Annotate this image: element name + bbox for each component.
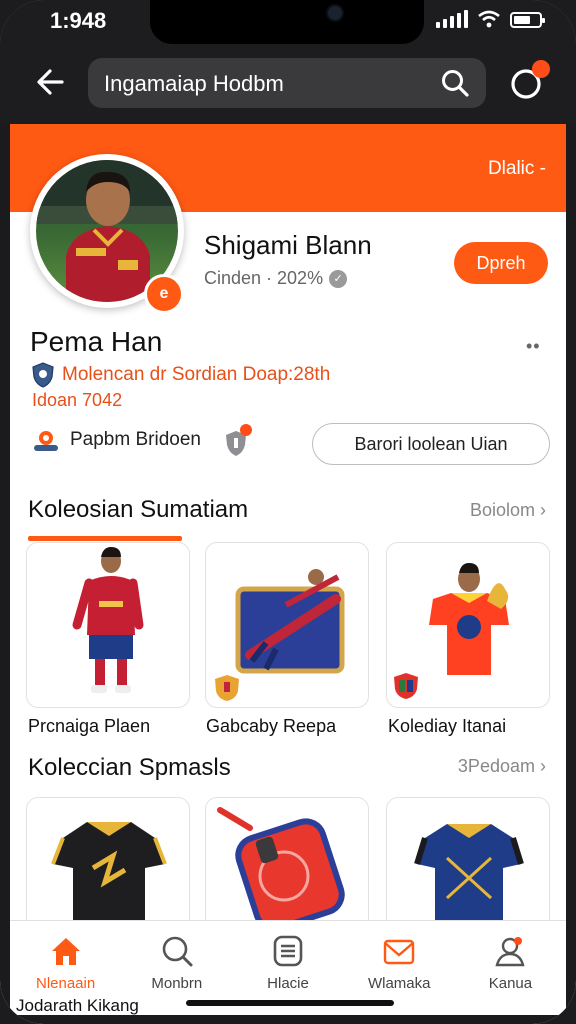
nav-mail-label: Wlamaka	[367, 975, 431, 992]
nav-list-label: Hlacie	[267, 975, 309, 992]
follow-button[interactable]: Dpreh	[454, 242, 548, 284]
collection-card-1[interactable]	[26, 542, 190, 708]
search-bar	[88, 58, 486, 110]
section1-more-link[interactable]: Boiolom ›	[470, 500, 546, 521]
club-text: Molencan dr Sordian Doap:28th	[62, 364, 331, 385]
top-bar: 1:948	[0, 0, 576, 124]
profile-subtitle: Cinden · 202% ✓	[204, 268, 348, 289]
badge-dot	[240, 424, 252, 436]
section2-title: Koleccian Spmasls	[28, 754, 231, 781]
collection-card-3[interactable]	[386, 542, 550, 708]
collection-card-6[interactable]	[386, 797, 550, 937]
card-3-label: Kolediay Itanai	[388, 716, 507, 736]
trophy-badge-icon	[215, 675, 239, 701]
search-input[interactable]	[102, 58, 436, 110]
shield-badge[interactable]	[222, 424, 252, 458]
nav-home-label: Nlenaain	[35, 975, 96, 992]
status-icons	[436, 10, 545, 28]
profile-name: Shigami Blann	[204, 230, 372, 260]
section1-title: Koleosian Sumatiam	[28, 496, 249, 523]
collection-card-5[interactable]	[205, 797, 369, 937]
friends-row[interactable]: Papbm Bridoen	[32, 428, 201, 452]
banner-dropdown[interactable]: Dlalic -	[488, 158, 546, 180]
camera-icon	[328, 6, 342, 20]
nav-profile-label: Kanua	[488, 975, 533, 992]
section1-underline	[28, 536, 182, 541]
nav-profile[interactable]: Kanua	[455, 921, 566, 1015]
chevron-right-icon: ›	[540, 756, 546, 776]
club-subtext: Idoan 7042	[32, 390, 123, 410]
collection-card-2[interactable]	[205, 542, 369, 708]
notification-button[interactable]	[506, 60, 550, 104]
card-1-label: Prcnaiga Plaen	[28, 716, 151, 736]
more-options-icon[interactable]: ••	[526, 336, 541, 357]
list-icon	[273, 935, 303, 967]
friends-label: Papbm Bridoen	[70, 429, 201, 450]
home-indicator[interactable]	[186, 1000, 394, 1006]
profile-icon	[495, 937, 525, 967]
nav-search-label: Monbrn	[151, 975, 203, 992]
wifi-icon	[478, 10, 500, 28]
search-icon[interactable]	[440, 68, 470, 98]
team-badge-icon	[394, 673, 418, 699]
verified-icon: ✓	[329, 269, 348, 288]
footer-text: Jodarath Kikang	[16, 996, 139, 1015]
section2-more-link[interactable]: 3Pedoam ›	[458, 756, 546, 777]
status-time: 1:948	[50, 8, 107, 33]
friends-icon	[34, 431, 58, 451]
home-icon	[51, 938, 80, 965]
avatar-edit-badge[interactable]: е	[144, 274, 184, 314]
blue-jersey-icon	[414, 824, 524, 920]
card-2-label: Gabcaby Reepa	[206, 716, 337, 736]
football-player-figure-icon	[72, 547, 144, 693]
search-icon	[162, 936, 193, 967]
profile-sub-text: Cinden · 202%	[204, 268, 324, 288]
section2-more-label: 3Pedoam	[457, 756, 535, 776]
display-name: Pema Han	[30, 326, 163, 357]
section1-more-label: Boiolom	[469, 500, 535, 520]
camera-notch	[150, 0, 424, 44]
club-info: Molencan dr Sordian Doap:28th	[32, 362, 330, 388]
mail-icon	[384, 939, 415, 965]
black-jersey-icon	[51, 822, 167, 920]
phone-case-icon	[217, 807, 345, 932]
notification-dot	[532, 60, 550, 78]
signal-icon	[436, 10, 468, 28]
collection-card-4[interactable]	[26, 797, 190, 937]
chevron-right-icon: ›	[540, 500, 546, 520]
back-arrow-icon[interactable]	[32, 62, 72, 102]
club-crest-icon	[32, 362, 54, 388]
phone-screen: 1:948 Ingamaiap Hodbm Dlalic - е Shigami…	[0, 0, 576, 1024]
profile-action-button[interactable]: Barori loolean Uian	[312, 423, 550, 465]
battery-icon	[510, 12, 545, 28]
